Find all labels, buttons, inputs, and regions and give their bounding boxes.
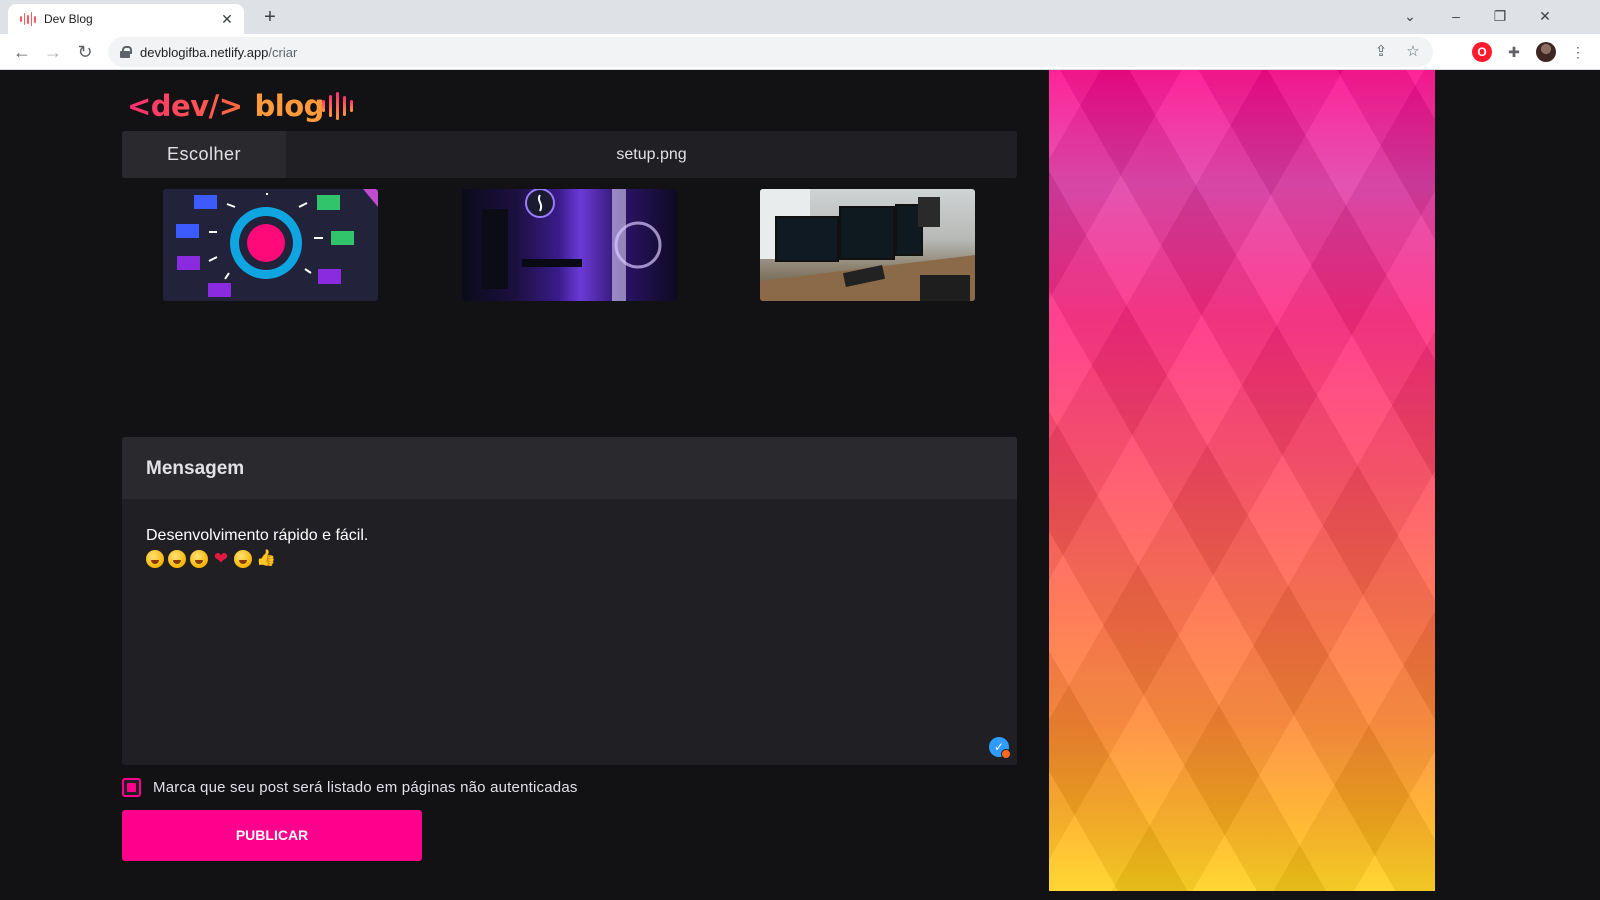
url-host: devblogifba.netlify.app [140,45,269,60]
share-icon[interactable]: ⇪ [1370,41,1392,63]
tab-title: Dev Blog [44,12,93,26]
selected-file-name: setup.png [616,146,687,163]
mindmap-image [163,189,378,301]
decorative-banner [1049,70,1435,891]
message-header: Mensagem [122,437,1017,499]
choose-file-button[interactable]: Escolher [122,131,286,178]
image-thumbnails [122,189,1017,301]
thumbnail-diagram[interactable] [163,189,378,301]
red-heart-icon: ❤ [213,549,229,568]
public-listing-checkbox[interactable] [122,777,141,797]
thumbnail-pc-case[interactable] [462,189,677,301]
url-text: devblogifba.netlify.app/criar [140,45,297,60]
public-listing-label[interactable]: Marca que seu post será listado em págin… [153,779,578,796]
desk-setup-image [760,189,975,301]
browser-tab-strip: Dev Blog ✕ + ⌄ – ❐ ✕ [0,0,1600,34]
grammar-check-icon[interactable]: ✓ [989,737,1011,759]
new-tab-icon[interactable]: + [258,6,282,30]
bookmark-star-icon[interactable]: ☆ [1402,41,1424,63]
thumbnail-desk-setup[interactable] [760,189,975,301]
message-title: Mensagem [146,458,245,479]
back-icon[interactable]: ← [8,38,36,66]
url-path: /criar [268,45,298,60]
pc-case-image [482,189,662,301]
logo-dev-text: <dev/> [127,89,243,123]
address-bar[interactable]: devblogifba.netlify.app/criar ⇪ ☆ [108,37,1433,67]
logo-blog-text: blog [254,89,325,123]
rolling-laughing-face-icon [190,550,208,568]
message-editor[interactable]: Mensagem Desenvolvimento rápido e fácil.… [122,437,1017,765]
emoji-row: ❤ 👍 [146,549,276,568]
profile-avatar[interactable] [1536,42,1556,62]
file-picker[interactable]: Escolher setup.png [122,131,1017,178]
forward-icon[interactable]: → [39,38,67,66]
menu-kebab-icon[interactable]: ⋮ [1568,42,1588,62]
publish-button[interactable]: PUBLICAR [122,810,422,861]
favicon-icon [20,12,36,26]
window-close-icon[interactable]: ✕ [1523,2,1567,30]
lock-icon[interactable] [120,46,132,58]
laughing-face-icon [168,550,186,568]
public-listing-option[interactable]: Marca que seu post será listado em págin… [122,777,578,797]
browser-toolbar: ← → ↻ devblogifba.netlify.app/criar ⇪ ☆ … [0,34,1600,70]
minimize-icon[interactable]: – [1434,2,1478,30]
page-content: <dev/> blog Escolher setup.png Mensagem … [0,70,1600,900]
opera-extension-icon[interactable]: O [1472,42,1492,62]
site-logo[interactable]: <dev/> blog [127,86,353,126]
laughing-face-icon [234,550,252,568]
close-tab-icon[interactable]: ✕ [218,10,236,28]
restore-icon[interactable]: ❐ [1478,2,1522,30]
browser-tab[interactable]: Dev Blog ✕ [8,4,244,34]
reload-icon[interactable]: ↻ [71,38,99,66]
message-text[interactable]: Desenvolvimento rápido e fácil. [146,527,368,545]
grinning-face-icon [146,550,164,568]
extensions-puzzle-icon[interactable]: ✚ [1504,42,1524,62]
sound-wave-icon [322,92,358,120]
tab-search-icon[interactable]: ⌄ [1388,2,1432,30]
thumbs-up-icon: 👍 [256,550,276,567]
